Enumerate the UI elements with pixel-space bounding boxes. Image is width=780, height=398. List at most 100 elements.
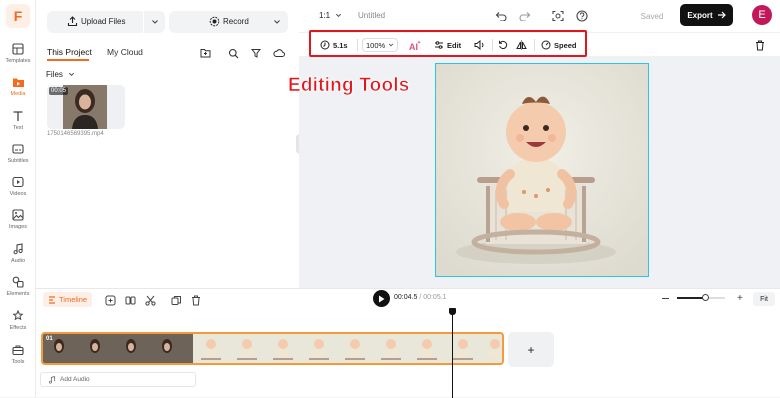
avatar[interactable]: E: [752, 5, 772, 25]
chevron-down-icon: [336, 13, 342, 18]
zoom-slider-fill: [677, 297, 705, 299]
record-icon: [209, 16, 220, 27]
tools-icon: [10, 342, 26, 358]
nav-item-label: Media: [10, 91, 26, 97]
tab-my-cloud[interactable]: My Cloud: [107, 47, 143, 57]
delete-tool[interactable]: [755, 38, 765, 52]
nav-item-tools[interactable]: Tools: [0, 342, 36, 374]
media-panel: Upload Files Record This Project My Clou…: [36, 0, 299, 288]
video-clip[interactable]: 01: [41, 332, 504, 365]
search-icon[interactable]: [226, 46, 240, 60]
cloud-icon[interactable]: [272, 46, 286, 60]
chevron-down-icon: [68, 72, 74, 77]
media-icon: [10, 74, 26, 90]
upload-files-button[interactable]: Upload Files: [47, 11, 165, 33]
current-time: 00:04.5: [394, 294, 418, 301]
top-bar: 1:1 Untitled Saved Export E: [299, 0, 780, 32]
tab-this-project[interactable]: This Project: [47, 47, 92, 61]
baby-image: [436, 64, 648, 276]
play-icon: [379, 295, 385, 302]
arrow-right-icon: [717, 11, 726, 19]
files-label: Files: [46, 70, 63, 79]
files-dropdown[interactable]: Files: [46, 70, 75, 79]
nav-item-effects[interactable]: Effects: [0, 308, 36, 340]
help-icon[interactable]: [575, 9, 589, 23]
preview-frame[interactable]: [435, 63, 649, 277]
play-button[interactable]: [373, 290, 390, 307]
clip-thumbnails: [43, 334, 502, 363]
timeline-toggle[interactable]: Timeline: [43, 292, 93, 307]
fit-button[interactable]: Fit: [753, 292, 775, 306]
undo-icon[interactable]: [494, 9, 508, 23]
duplicate-icon[interactable]: [169, 293, 183, 307]
add-audio-button[interactable]: Add Audio: [40, 372, 196, 387]
trash-icon: [756, 40, 764, 50]
zoom-in-icon[interactable]: +: [737, 293, 743, 304]
templates-icon: [10, 41, 26, 57]
timeline-panel: Timeline 00:04.5 / 00:05.1 + Fit 01 + Ad…: [36, 288, 780, 398]
record-label: Record: [223, 17, 249, 26]
duration-badge: 00:05: [49, 87, 69, 95]
record-button[interactable]: Record: [169, 11, 288, 33]
export-button[interactable]: Export: [680, 4, 733, 26]
export-label: Export: [687, 10, 713, 20]
zoom-out-icon[interactable]: [662, 298, 669, 299]
redo-icon[interactable]: [518, 9, 532, 23]
zoom-slider[interactable]: [677, 294, 725, 301]
add-clip-icon[interactable]: [103, 293, 117, 307]
tab-label: My Cloud: [107, 47, 143, 57]
text-icon: [10, 108, 26, 124]
audio-icon: [10, 241, 26, 257]
add-audio-label: Add Audio: [60, 376, 90, 383]
playhead-line: [452, 313, 453, 398]
nav-item-videos[interactable]: Videos: [0, 174, 36, 206]
chevron-down-icon[interactable]: [151, 18, 159, 26]
tab-label: This Project: [47, 47, 92, 57]
file-name: 1750146569395.mp4: [47, 131, 104, 137]
elements-icon: [10, 274, 26, 290]
nav-item-templates[interactable]: Templates: [0, 41, 36, 73]
upload-icon: [67, 16, 78, 27]
nav-item-images[interactable]: Images: [0, 207, 36, 239]
zoom-slider-thumb[interactable]: [702, 294, 709, 301]
nav-item-label: Images: [8, 224, 28, 230]
media-file-card[interactable]: 00:05: [47, 85, 125, 129]
nav-item-subtitles[interactable]: Subtitles: [0, 141, 36, 173]
nav-item-label: Subtitles: [7, 158, 29, 164]
add-clip-button[interactable]: +: [508, 332, 554, 367]
filter-icon[interactable]: [249, 46, 263, 60]
timeline-icon: [49, 295, 55, 304]
tab-underline: [47, 59, 89, 61]
track-index: 01: [46, 336, 53, 342]
split-icon[interactable]: [123, 293, 137, 307]
left-nav: F Templates Media Text Subtitles Videos …: [0, 0, 36, 397]
nav-item-audio[interactable]: Audio: [0, 241, 36, 273]
time-display: 00:04.5 / 00:05.1: [394, 294, 447, 301]
saved-status: Saved: [640, 11, 664, 21]
video-thumbnail: [63, 85, 107, 129]
images-icon: [10, 207, 26, 223]
chevron-down-icon[interactable]: [273, 18, 281, 26]
aspect-ratio-value: 1:1: [319, 11, 331, 20]
new-folder-icon[interactable]: [198, 46, 212, 60]
annotation-highlight-box: [309, 30, 587, 57]
nav-item-label: Templates: [5, 58, 31, 64]
nav-item-elements[interactable]: Elements: [0, 274, 36, 306]
videos-icon: [10, 174, 26, 190]
nav-item-label: Tools: [11, 359, 25, 365]
subtitles-icon: [10, 141, 26, 157]
trash-icon[interactable]: [189, 293, 203, 307]
nav-item-media[interactable]: Media: [0, 74, 36, 106]
nav-item-label: Elements: [6, 291, 30, 297]
nav-item-text[interactable]: Text: [0, 108, 36, 140]
music-note-icon: [48, 375, 56, 384]
scissors-icon[interactable]: [143, 293, 157, 307]
screenshot-icon[interactable]: [551, 9, 565, 23]
nav-item-label: Effects: [9, 325, 27, 331]
timeline-label: Timeline: [59, 295, 88, 304]
project-title[interactable]: Untitled: [358, 11, 385, 20]
effects-icon: [10, 308, 26, 324]
aspect-ratio-select[interactable]: 1:1: [319, 11, 342, 20]
app-logo[interactable]: F: [6, 4, 30, 28]
nav-item-label: Videos: [9, 191, 27, 197]
